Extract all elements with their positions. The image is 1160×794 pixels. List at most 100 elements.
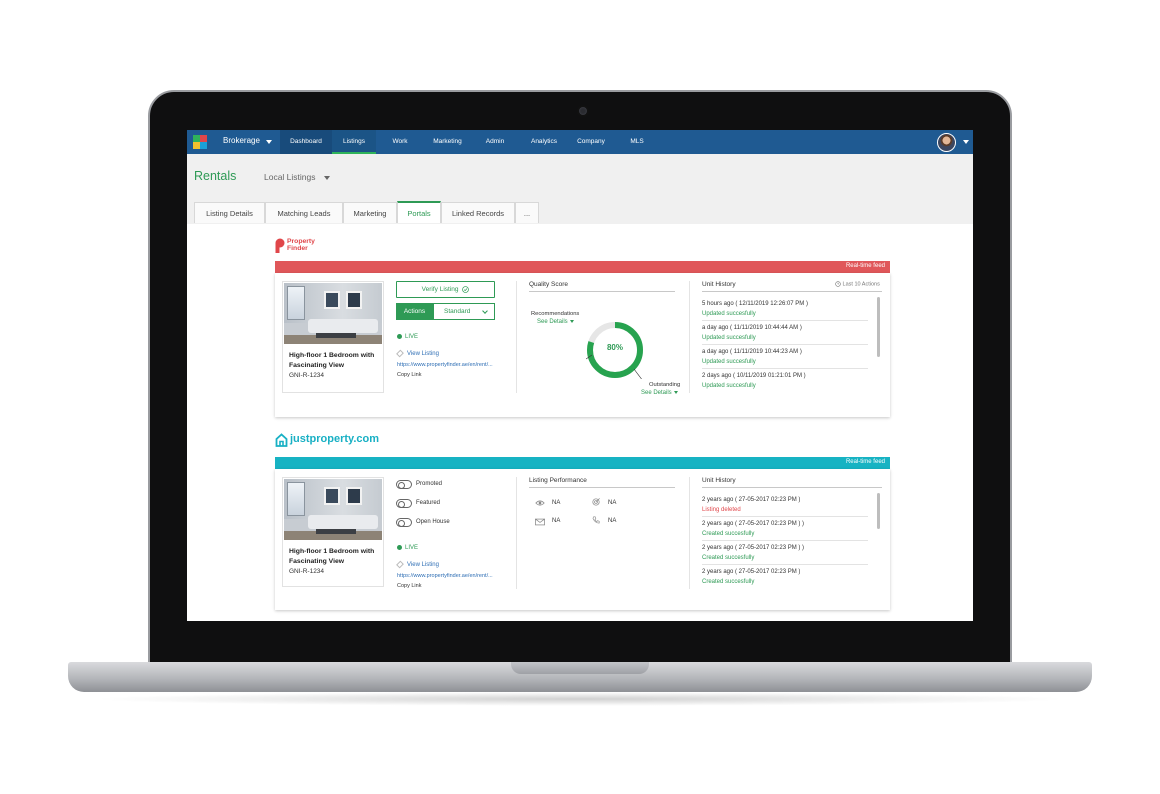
history-time: 2 years ago ( 27-05-2017 02:23 PM ) (702, 497, 801, 503)
verify-listing-label: Verify Listing (421, 286, 459, 293)
property-finder-logo-text: Property Finder (287, 238, 315, 252)
eye-icon (535, 500, 545, 506)
listing-title: High-floor 1 Bedroom with Fascinating Vi… (289, 548, 375, 565)
listing-url-link[interactable]: https://www.propertyfinder.ae/en/rent/..… (397, 362, 493, 368)
history-entry: 2 years ago ( 27-05-2017 02:23 PM ) Crea… (702, 565, 868, 585)
column-divider (689, 281, 690, 393)
history-time: 5 hours ago ( 12/11/2019 12:26:07 PM ) (702, 301, 808, 307)
nav-company[interactable]: Company (571, 130, 611, 154)
tab-matching-leads[interactable]: Matching Leads (265, 202, 343, 223)
nav-marketing[interactable]: Marketing (425, 130, 470, 154)
tag-icon (396, 560, 404, 569)
history-time: 2 years ago ( 27-05-2017 02:23 PM ) ) (702, 545, 805, 551)
brokerage-dropdown[interactable]: Brokerage (223, 136, 260, 145)
app-screen: Brokerage Dashboard Listings Work Market… (187, 130, 973, 621)
listing-url-link[interactable]: https://www.propertyfinder.ae/en/rent/..… (397, 573, 493, 579)
outstanding-label: Outstanding (649, 382, 681, 388)
justproperty-logo: justproperty.com (275, 433, 395, 449)
history-time: a day ago ( 11/11/2019 10:44:44 AM ) (702, 325, 802, 331)
nav-dashboard[interactable]: Dashboard (280, 130, 332, 154)
history-time: 2 years ago ( 27-05-2017 02:23 PM ) (702, 569, 801, 575)
justproperty-logo-text: justproperty.com (290, 433, 380, 445)
column-divider (689, 477, 690, 589)
realtime-feed-label: Real-time feed (845, 459, 885, 465)
copy-link-button[interactable]: Copy Link (397, 583, 421, 589)
property-finder-banner: Real-time feed (275, 261, 890, 273)
check-circle-icon (462, 285, 470, 293)
history-status: Created succesfully (702, 531, 755, 537)
justproperty-banner: Real-time feed (275, 457, 890, 469)
unit-history-list[interactable]: 5 hours ago ( 12/11/2019 12:26:07 PM ) U… (702, 297, 882, 391)
live-dot-icon (397, 334, 402, 339)
laptop-shadow (90, 692, 1070, 706)
see-details-outstanding-link[interactable]: See Details (641, 390, 678, 396)
section-divider (702, 487, 882, 488)
nav-analytics[interactable]: Analytics (522, 130, 566, 154)
history-time: 2 years ago ( 27-05-2017 02:23 PM ) ) (702, 521, 805, 527)
see-details-recommendations-link[interactable]: See Details (537, 319, 574, 325)
history-entry: 5 hours ago ( 12/11/2019 12:26:07 PM ) U… (702, 297, 868, 321)
live-dot-icon (397, 545, 402, 550)
recommendations-label: Recommendations (531, 311, 580, 317)
status-badge: LIVE (397, 334, 418, 340)
verify-listing-button[interactable]: Verify Listing (396, 281, 495, 298)
local-listings-dropdown[interactable]: Local Listings (264, 172, 316, 182)
tab-linked-records[interactable]: Linked Records (441, 202, 515, 223)
history-status: Created succesfully (702, 579, 755, 585)
chevron-down-icon (673, 390, 678, 394)
listing-reference: GNI-R-1234 (289, 372, 325, 379)
listing-card[interactable]: High-floor 1 Bedroom with Fascinating Vi… (282, 281, 384, 393)
nav-mls[interactable]: MLS (623, 130, 651, 154)
history-entry: 2 days ago ( 10/11/2019 01:21:01 PM ) Up… (702, 369, 868, 391)
property-finder-logo-icon (275, 238, 285, 253)
history-entry: 2 years ago ( 27-05-2017 02:23 PM ) List… (702, 493, 868, 517)
clock-icon (835, 281, 841, 287)
tag-icon (396, 349, 404, 358)
unit-history-title: Unit History (702, 281, 736, 288)
listing-photo (284, 283, 382, 344)
app-logo-icon[interactable] (193, 135, 207, 149)
tab-marketing[interactable]: Marketing (343, 202, 397, 223)
mail-icon (535, 518, 545, 526)
realtime-feed-label: Real-time feed (845, 263, 885, 269)
open-house-label: Open House (416, 519, 450, 525)
actions-button[interactable]: Actions (396, 303, 433, 320)
user-avatar[interactable] (937, 133, 956, 152)
view-listing-link[interactable]: View Listing (396, 560, 439, 569)
last-actions-label: Last 10 Actions (835, 281, 880, 287)
property-finder-card: High-floor 1 Bedroom with Fascinating Vi… (275, 273, 890, 417)
house-icon (275, 433, 288, 447)
nav-admin[interactable]: Admin (477, 130, 513, 154)
page-title: Rentals (194, 169, 237, 183)
chevron-down-icon[interactable] (324, 176, 330, 180)
view-listing-link[interactable]: View Listing (396, 349, 439, 358)
listing-reference: GNI-R-1234 (289, 568, 325, 575)
quality-score-value: 80% (606, 343, 623, 352)
nav-work[interactable]: Work (383, 130, 417, 154)
history-scrollbar[interactable] (877, 493, 880, 529)
chevron-down-icon[interactable] (963, 140, 969, 144)
top-navigation-bar: Brokerage Dashboard Listings Work Market… (187, 130, 973, 154)
listing-performance-title: Listing Performance (529, 477, 587, 484)
history-entry: 2 years ago ( 27-05-2017 02:23 PM ) ) Cr… (702, 541, 868, 565)
listing-photo (284, 479, 382, 540)
section-divider (529, 487, 675, 488)
nav-listings[interactable]: Listings (332, 130, 376, 154)
history-status: Created succesfully (702, 555, 755, 561)
history-status: Updated succesfully (702, 311, 756, 317)
tab-listing-details[interactable]: Listing Details (194, 202, 265, 223)
open-house-toggle[interactable] (396, 518, 412, 527)
history-scrollbar[interactable] (877, 297, 880, 357)
listing-card[interactable]: High-floor 1 Bedroom with Fascinating Vi… (282, 477, 384, 587)
copy-link-button[interactable]: Copy Link (397, 372, 421, 378)
chevron-down-icon[interactable] (266, 140, 272, 144)
calls-value: NA (608, 518, 617, 524)
property-finder-logo: Property Finder (275, 237, 335, 257)
history-entry: a day ago ( 11/11/2019 10:44:23 AM ) Upd… (702, 345, 868, 369)
tab-portals[interactable]: Portals (397, 201, 441, 223)
featured-toggle[interactable] (396, 499, 412, 508)
portals-content: Property Finder Real-time feed High-floo… (187, 224, 973, 621)
tab-more[interactable]: ... (515, 202, 539, 223)
promoted-toggle[interactable] (396, 480, 412, 489)
unit-history-list[interactable]: 2 years ago ( 27-05-2017 02:23 PM ) List… (702, 493, 882, 585)
